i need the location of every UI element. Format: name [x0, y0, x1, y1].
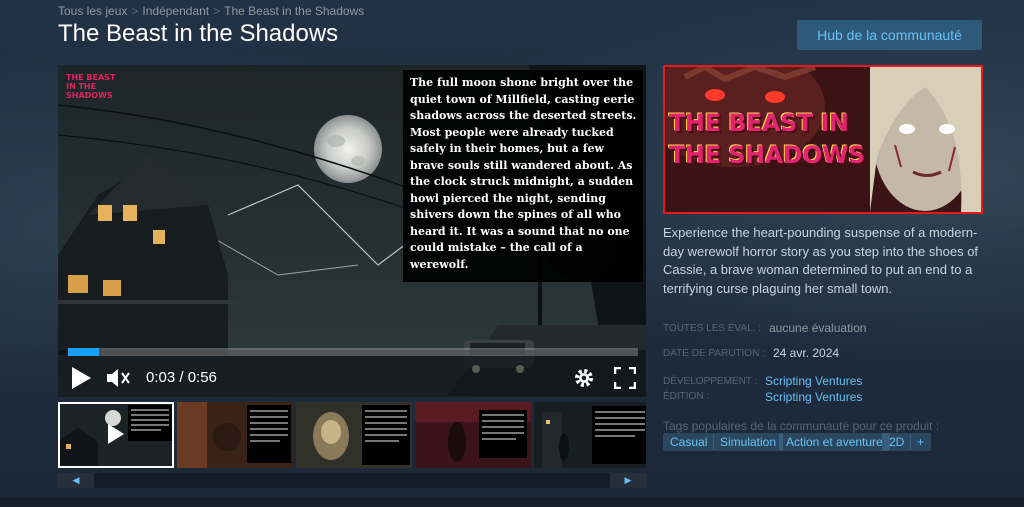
breadcrumb-separator: > — [213, 4, 221, 18]
breadcrumb-separator: > — [131, 4, 139, 18]
release-date-label: DATE DE PARUTION : — [663, 348, 765, 359]
community-hub-button[interactable]: Hub de la communauté — [797, 20, 982, 50]
story-text-overlay: The full moon shone bright over the quie… — [403, 70, 643, 282]
tag-simulation[interactable]: Simulation — [713, 433, 784, 451]
section-divider — [0, 498, 1024, 507]
publisher-label: ÉDITION : — [663, 391, 710, 402]
publisher-link[interactable]: Scripting Ventures — [765, 390, 862, 404]
developer-link[interactable]: Scripting Ventures — [765, 374, 862, 388]
play-icon[interactable] — [70, 366, 92, 390]
reviews-value: aucune évaluation — [769, 321, 867, 335]
mute-icon[interactable] — [105, 367, 131, 389]
scroll-right-icon[interactable]: ▶ — [610, 473, 646, 488]
video-player[interactable]: THE BEAST IN THE SHADOWS The full moon s… — [58, 65, 646, 397]
thumbnail-strip — [58, 402, 646, 468]
page-title: The Beast in the Shadows — [58, 20, 339, 47]
tag-action-adventure[interactable]: Action et aventure — [779, 433, 890, 451]
breadcrumb: Tous les jeux > Indépendant > The Beast in t… — [58, 4, 364, 18]
thumbnail-screenshot[interactable] — [177, 402, 293, 468]
release-date-value: 24 avr. 2024 — [773, 346, 840, 360]
breadcrumb-independent[interactable]: Indépendant — [142, 4, 209, 18]
scroll-left-icon[interactable]: ◀ — [58, 473, 94, 488]
tags-label: Tags populaires de la communauté pour ce… — [663, 419, 940, 433]
game-description: Experience the heart-pounding suspense o… — [663, 225, 979, 296]
breadcrumb-all-games[interactable]: Tous les jeux — [58, 4, 127, 18]
thumbnail-scrollbar[interactable] — [58, 473, 646, 488]
overlay-logo: THE BEAST IN THE SHADOWS — [66, 73, 116, 100]
reviews-label: TOUTES LES ÉVAL. : — [663, 323, 761, 334]
fullscreen-icon[interactable] — [614, 367, 636, 389]
thumbnail-screenshot[interactable] — [534, 402, 646, 468]
capsule-title: THE BEAST IN THE SHADOWS — [669, 109, 865, 169]
video-time: 0:03 / 0:56 — [146, 369, 217, 386]
tag-more-button[interactable]: + — [910, 433, 932, 451]
tag-casual[interactable]: Casual — [663, 433, 715, 451]
video-progress-bar[interactable] — [68, 348, 638, 356]
breadcrumb-current[interactable]: The Beast in the Shadows — [224, 4, 364, 18]
tag-2d[interactable]: 2D — [882, 433, 912, 451]
thumbnail-screenshot[interactable] — [296, 402, 412, 468]
developer-label: DÉVELOPPEMENT : — [663, 376, 758, 387]
video-progress-fill — [68, 348, 99, 356]
thumbnail-play-icon — [108, 424, 124, 444]
thumbnail-video[interactable] — [58, 402, 174, 468]
gear-icon[interactable] — [573, 367, 595, 389]
thumbnail-screenshot[interactable] — [415, 402, 531, 468]
game-capsule-image: THE BEAST IN THE SHADOWS — [663, 65, 983, 214]
